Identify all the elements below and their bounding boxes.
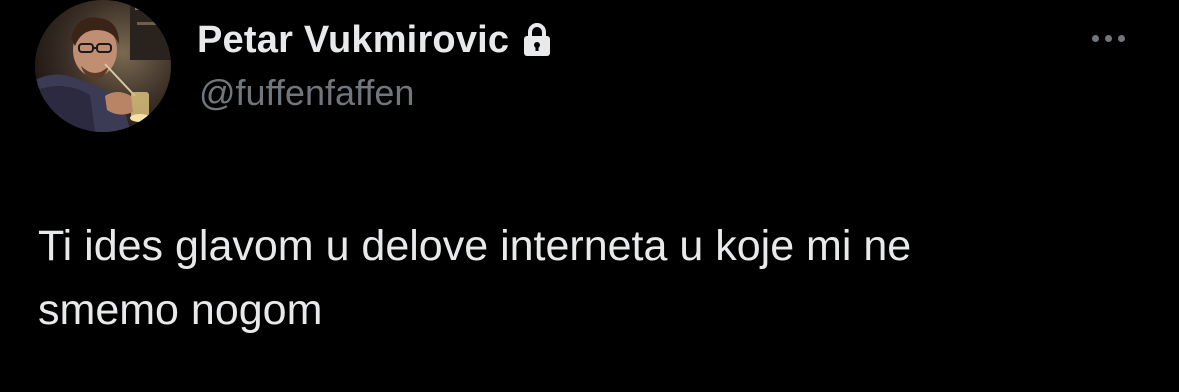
author-display-name[interactable]: Petar Vukmirovic (197, 19, 509, 62)
tweet-card: Petar Vukmirovic @fuffenfaffen Ti ides g… (0, 0, 1179, 392)
author-avatar[interactable] (35, 0, 171, 132)
tweet-text: Ti ides glavom u delove interneta u koje… (38, 214, 1148, 342)
avatar-photo-icon (35, 0, 171, 132)
author-name-row: Petar Vukmirovic (197, 16, 553, 64)
more-options-button[interactable] (1092, 24, 1140, 52)
tweet-text-line-2: smemo nogom (38, 286, 323, 334)
tweet-text-line-1: Ti ides glavom u delove interneta u koje… (38, 222, 912, 270)
more-horizontal-icon (1092, 34, 1125, 42)
dot (1092, 34, 1099, 42)
dot (1118, 34, 1125, 42)
lock-icon (521, 22, 553, 58)
dot (1105, 34, 1112, 42)
author-handle[interactable]: @fuffenfaffen (199, 72, 414, 114)
